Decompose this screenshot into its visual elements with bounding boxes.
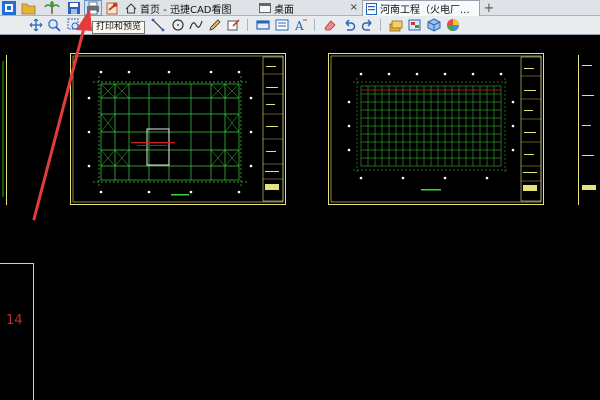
pan-icon[interactable] (28, 18, 44, 32)
text-style-icon[interactable]: A (293, 18, 309, 32)
grid-plan-drawing (330, 55, 542, 203)
line-icon[interactable] (150, 18, 166, 32)
tab-close-button[interactable]: × (350, 2, 358, 13)
tab-desktop[interactable]: 桌面 × (244, 0, 360, 16)
app-window: 首页 - 迅捷CAD看图 桌面 × 河南工程（火电厂... + A 打印和预览 … (0, 0, 600, 400)
cube-icon[interactable] (426, 18, 442, 32)
print-tooltip: 打印和预览 (92, 21, 146, 34)
text-edit-icon[interactable] (226, 18, 242, 32)
document-icon (366, 2, 377, 15)
spline-icon[interactable] (188, 18, 204, 32)
print-icon[interactable] (84, 0, 102, 16)
tab-active-drawing[interactable]: 河南工程（火电厂... (362, 0, 480, 16)
structure-plan-drawing (72, 55, 284, 203)
sheet-grid-plan[interactable] (328, 53, 544, 205)
app-logo-icon[interactable] (1, 1, 17, 15)
eraser-icon[interactable] (322, 18, 338, 32)
circle-icon[interactable] (170, 18, 186, 32)
window-icon (259, 3, 271, 13)
tab-bar: 首页 - 迅捷CAD看图 桌面 × 河南工程（火电厂... + (0, 0, 600, 16)
layers-icon[interactable] (388, 18, 404, 32)
tab-label: 首页 - 迅捷CAD看图 (140, 4, 232, 16)
zoom-window-icon[interactable] (66, 18, 82, 32)
sheet-partial-lower (0, 263, 34, 400)
new-tab-button[interactable]: + (482, 0, 496, 16)
measure-icon[interactable] (274, 18, 290, 32)
undo-icon[interactable] (341, 18, 357, 32)
tab-home[interactable]: 首页 - 迅捷CAD看图 (122, 0, 243, 16)
open-folder-icon[interactable] (21, 1, 37, 15)
palm-tree-icon[interactable] (44, 1, 60, 15)
svg-text:A: A (294, 19, 304, 32)
tab-label: 桌面 (274, 4, 294, 16)
redo-icon[interactable] (360, 18, 376, 32)
sheet-partial-right (578, 55, 600, 205)
color-wheel-icon[interactable] (445, 18, 461, 32)
save-icon[interactable] (66, 1, 82, 15)
drawing-toolbar: A (0, 16, 600, 35)
home-icon (125, 2, 137, 14)
tab-label: 河南工程（火电厂... (380, 5, 470, 16)
export-icon[interactable] (104, 1, 120, 15)
sheet-structure-plan[interactable] (70, 53, 286, 205)
rectangle-icon[interactable] (255, 18, 271, 32)
layer-properties-icon[interactable] (407, 18, 423, 32)
sheet-partial-left (0, 55, 7, 205)
zoom-in-icon[interactable] (46, 18, 62, 32)
sheet-number-label: 14 (6, 313, 23, 328)
pencil-icon[interactable] (207, 18, 223, 32)
